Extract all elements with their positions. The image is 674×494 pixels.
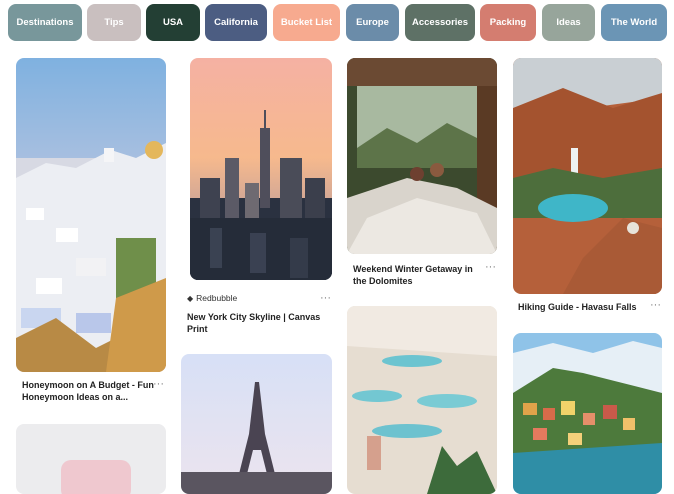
more-options-icon[interactable]: ··· <box>650 300 661 311</box>
pin-image-dolomites[interactable] <box>347 58 497 254</box>
pin-title-dolomites-line1: Weekend Winter Getaway in <box>353 264 473 274</box>
pin-image-havasu[interactable] <box>513 58 662 294</box>
pin-image-cinque-terre[interactable] <box>513 333 662 494</box>
chip-the-world[interactable]: The World <box>601 4 667 41</box>
pin-image-eiffel[interactable] <box>181 354 332 494</box>
chip-packing[interactable]: Packing <box>480 4 536 41</box>
pin-title-santorini-line2: Honeymoon Ideas on a... <box>22 392 129 402</box>
pin-title-santorini-line1: Honeymoon on A Budget - Fun <box>22 380 154 390</box>
more-options-icon[interactable]: ··· <box>153 379 164 390</box>
more-options-icon[interactable]: ··· <box>485 262 496 273</box>
pin-title-dolomites-line2: the Dolomites <box>353 276 413 286</box>
tag-icon: ◆ <box>187 293 194 303</box>
pin-image-santorini[interactable] <box>16 58 166 372</box>
more-options-icon[interactable]: ··· <box>320 293 331 304</box>
pin-title-nyc-line2: Print <box>187 324 208 334</box>
pin-image-nyc[interactable] <box>190 58 332 280</box>
chip-usa[interactable]: USA <box>146 4 200 41</box>
pin-source-label: Redbubble <box>196 293 238 303</box>
chip-ideas[interactable]: Ideas <box>542 4 595 41</box>
chip-bucket-list[interactable]: Bucket List <box>273 4 340 41</box>
chip-accessories[interactable]: Accessories <box>405 4 475 41</box>
chip-europe[interactable]: Europe <box>346 4 399 41</box>
chip-california[interactable]: California <box>205 4 267 41</box>
chip-destinations[interactable]: Destinations <box>8 4 82 41</box>
pin-source-nyc[interactable]: ◆ Redbubble <box>187 293 237 303</box>
pin-image-pamukkale[interactable] <box>347 306 497 494</box>
pin-title-nyc-line1: New York City Skyline | Canvas <box>187 312 321 322</box>
pin-title-havasu: Hiking Guide - Havasu Falls <box>518 302 637 312</box>
chip-tips[interactable]: Tips <box>87 4 141 41</box>
pin-image-pink-case[interactable] <box>16 424 166 494</box>
